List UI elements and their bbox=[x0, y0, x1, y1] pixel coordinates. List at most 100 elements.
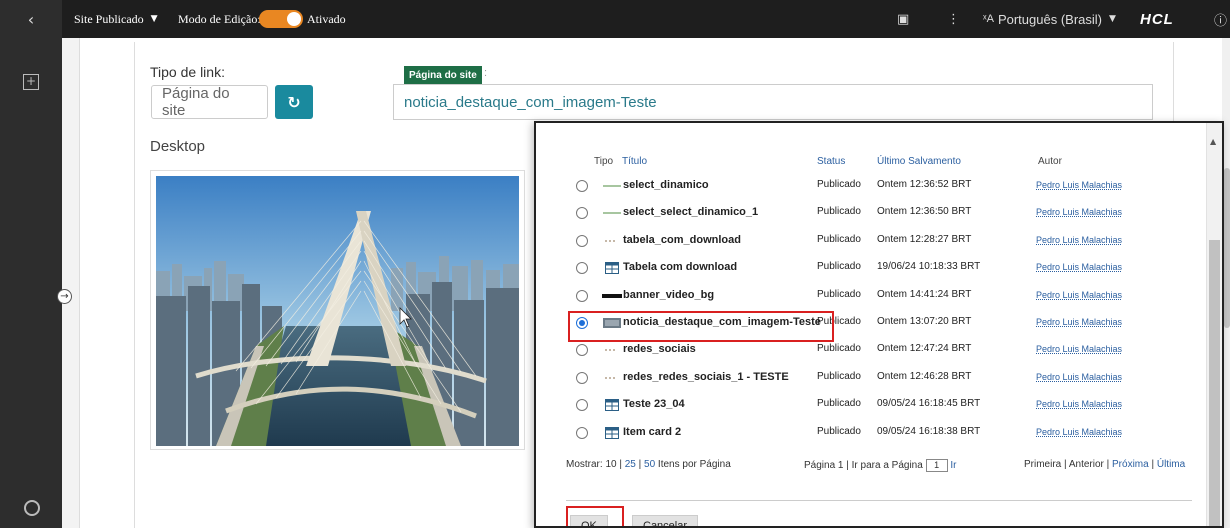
col-saved[interactable]: Último Salvamento bbox=[877, 156, 961, 167]
row-radio[interactable] bbox=[576, 262, 588, 275]
row-author[interactable]: Pedro Luis Malachias bbox=[1036, 399, 1122, 409]
selected-row-highlight bbox=[568, 311, 834, 342]
cancel-button[interactable]: Cancelar bbox=[632, 515, 699, 526]
row-radio[interactable] bbox=[576, 289, 588, 302]
back-button[interactable]: ‹ bbox=[0, 0, 62, 38]
edit-mode-toggle[interactable] bbox=[259, 0, 303, 38]
row-title: Tabela com download bbox=[623, 261, 738, 274]
language-label: Português (Brasil) bbox=[997, 11, 1102, 27]
site-status-label: Site Publicado bbox=[74, 11, 144, 26]
table-icon bbox=[602, 262, 622, 275]
table-row[interactable]: tabela_com_download Publicado Ontem 12:28:… bbox=[566, 228, 1206, 255]
row-radio[interactable] bbox=[576, 234, 588, 247]
dots-icon bbox=[602, 235, 622, 247]
row-status: Publicado bbox=[817, 261, 861, 273]
row-status: Publicado bbox=[817, 425, 861, 437]
caret-down-icon: ▼ bbox=[1109, 14, 1116, 24]
row-author[interactable]: Pedro Luis Malachias bbox=[1036, 427, 1122, 437]
table-row[interactable]: redes_redes_sociais_1 - TESTE Publicado On… bbox=[566, 365, 1206, 392]
row-saved: Ontem 12:28:27 BRT bbox=[877, 233, 972, 245]
language-dropdown[interactable]: ˣA Português (Brasil) ▼ bbox=[983, 0, 1116, 38]
site-status-dropdown[interactable]: Site Publicado ▼ bbox=[74, 0, 158, 38]
panel-icon[interactable]: ▣ bbox=[897, 0, 909, 38]
row-radio[interactable] bbox=[576, 180, 588, 192]
row-author[interactable]: Pedro Luis Malachias bbox=[1036, 372, 1122, 382]
table-icon bbox=[602, 399, 622, 412]
image-preview[interactable] bbox=[150, 170, 525, 450]
row-saved: Ontem 13:07:20 BRT bbox=[877, 316, 972, 327]
scroll-up-icon[interactable]: ▲ bbox=[1210, 137, 1216, 146]
row-author[interactable]: Pedro Luis Malachias bbox=[1036, 344, 1122, 354]
link-type-select[interactable]: Página do site bbox=[151, 85, 268, 119]
row-author[interactable]: Pedro Luis Malachias bbox=[1036, 317, 1122, 327]
per-page-label: Itens por Página bbox=[657, 459, 731, 470]
table-row[interactable]: banner_video_bg Publicado Ontem 14:41:24 B… bbox=[566, 283, 1206, 310]
more-vertical-icon[interactable]: ⋮ bbox=[947, 0, 960, 38]
side-panel-strip bbox=[62, 38, 80, 528]
table-row[interactable]: select_dinamico Publicado Ontem 12:36:52 B… bbox=[566, 173, 1206, 200]
link-type-label: Tipo de link: bbox=[150, 64, 225, 80]
edit-mode-value: Ativado bbox=[307, 11, 346, 26]
page-size-50[interactable]: 50 bbox=[644, 459, 655, 470]
page-size-10[interactable]: 10 bbox=[605, 459, 616, 470]
page-size-selector: Mostrar: 10 | 25 | 50 Itens por Página bbox=[566, 459, 731, 470]
row-saved: 09/05/24 16:18:38 BRT bbox=[877, 425, 981, 437]
row-author[interactable]: Pedro Luis Malachias bbox=[1036, 207, 1122, 217]
row-title: select_select_dinamico_1 bbox=[623, 206, 759, 219]
col-type[interactable]: Tipo bbox=[594, 156, 613, 167]
row-title: redes_redes_sociais_1 - TESTE bbox=[623, 370, 789, 383]
row-title: tabela_com_download bbox=[623, 233, 741, 246]
next-page[interactable]: Próxima bbox=[1112, 459, 1149, 470]
row-author[interactable]: Pedro Luis Malachias bbox=[1036, 180, 1122, 190]
info-icon[interactable]: ⓘ bbox=[1214, 0, 1227, 38]
row-author[interactable]: Pedro Luis Malachias bbox=[1036, 290, 1122, 300]
row-saved: Ontem 14:41:24 BRT bbox=[877, 288, 972, 300]
row-radio[interactable] bbox=[576, 371, 588, 384]
table-icon bbox=[602, 426, 622, 439]
add-panel-icon[interactable]: + bbox=[23, 74, 39, 90]
row-status: Publicado bbox=[817, 206, 861, 218]
page-scrollbar-thumb[interactable] bbox=[1224, 168, 1230, 328]
row-radio[interactable] bbox=[576, 426, 588, 439]
row-title: select_dinamico bbox=[623, 179, 709, 191]
edit-mode-label: Modo de Edição: bbox=[178, 11, 261, 26]
table-row[interactable]: Teste 23_04 Publicado 09/05/24 16:18:45 BR… bbox=[566, 392, 1206, 419]
last-page[interactable]: Última bbox=[1157, 459, 1185, 470]
dialog-scrollbar[interactable]: ▲ bbox=[1206, 123, 1222, 526]
row-status: Publicado bbox=[817, 370, 861, 382]
table-row[interactable]: Tabela com download Publicado 19/06/24 10:… bbox=[566, 255, 1206, 282]
link-target-input[interactable]: noticia_destaque_com_imagem-Teste bbox=[393, 84, 1153, 120]
row-radio[interactable] bbox=[576, 344, 588, 357]
refresh-icon: ↻ bbox=[287, 92, 301, 112]
expand-panel-icon[interactable]: → bbox=[57, 289, 72, 304]
top-bar: ‹ Site Publicado ▼ Modo de Edição: Ativa… bbox=[0, 0, 1230, 38]
previous-page[interactable]: Anterior bbox=[1069, 459, 1104, 470]
col-author[interactable]: Autor bbox=[1038, 156, 1062, 167]
table-row[interactable]: Item card 2 Publicado 09/05/24 16:18:38 BR… bbox=[566, 420, 1206, 447]
first-page[interactable]: Primeira bbox=[1024, 459, 1061, 470]
refresh-button[interactable]: ↻ bbox=[275, 85, 313, 119]
page-size-25[interactable]: 25 bbox=[625, 459, 636, 470]
line-icon bbox=[602, 207, 622, 219]
row-status: Publicado bbox=[817, 398, 861, 410]
help-icon[interactable] bbox=[24, 500, 40, 516]
row-status: Publicado bbox=[817, 288, 861, 300]
goto-page-input[interactable]: 1 bbox=[925, 459, 948, 472]
bridge-photo bbox=[156, 176, 519, 446]
row-radio[interactable] bbox=[576, 207, 588, 220]
link-type-badge: Página do site bbox=[404, 66, 482, 84]
col-status[interactable]: Status bbox=[817, 156, 845, 167]
go-link[interactable]: Ir bbox=[950, 460, 956, 471]
row-radio[interactable] bbox=[576, 399, 588, 412]
divider bbox=[566, 500, 1192, 501]
chevron-left-icon: ‹ bbox=[27, 9, 35, 29]
col-title[interactable]: Título bbox=[622, 156, 647, 167]
row-title: banner_video_bg bbox=[623, 288, 715, 301]
row-status: Publicado bbox=[817, 343, 861, 355]
row-author[interactable]: Pedro Luis Malachias bbox=[1036, 262, 1122, 272]
dialog-scrollbar-thumb[interactable] bbox=[1209, 240, 1220, 526]
row-author[interactable]: Pedro Luis Malachias bbox=[1036, 235, 1122, 245]
table-row[interactable]: select_select_dinamico_1 Publicado Ontem 1… bbox=[566, 200, 1206, 227]
row-saved: 19/06/24 10:18:33 BRT bbox=[877, 261, 981, 273]
badge-text: Página do site bbox=[409, 69, 477, 81]
